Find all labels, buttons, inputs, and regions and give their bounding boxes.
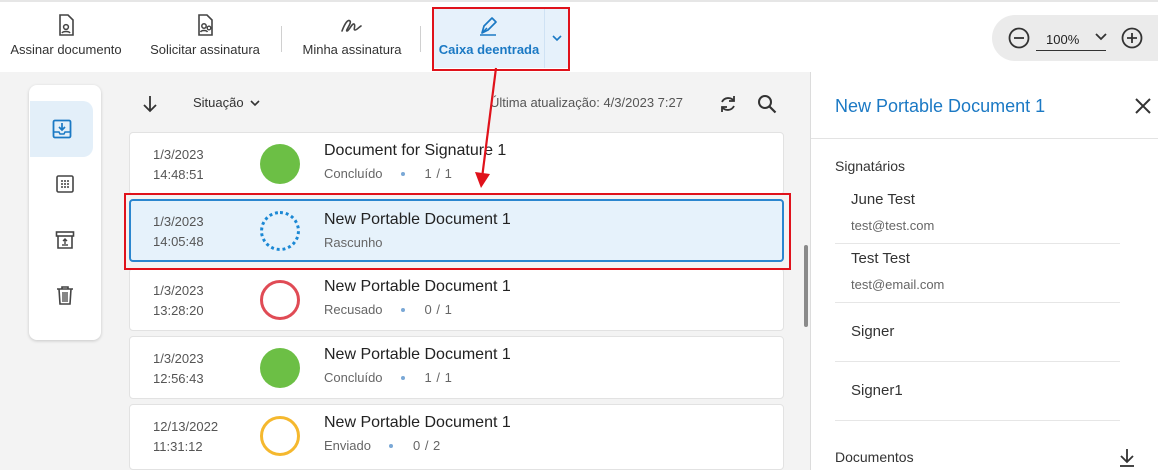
signatories-label: Signatários xyxy=(835,158,906,174)
zoom-out-icon[interactable] xyxy=(1007,26,1031,50)
status-completed-indicator xyxy=(260,144,300,184)
highlight-box xyxy=(124,193,791,270)
panel-divider xyxy=(811,138,1158,139)
annotation-arrow xyxy=(475,67,498,188)
row-date: 12/13/2022 11:31:12 xyxy=(153,419,219,454)
my-signature-label: Minha assinatura xyxy=(302,42,402,57)
chevron-down-icon xyxy=(250,99,260,106)
rail-item-inbox[interactable] xyxy=(30,101,93,157)
zoom-value: 100% xyxy=(1046,32,1080,47)
documents-label: Documentos xyxy=(835,449,914,465)
last-update-text: Última atualização: 4/3/2023 7:27 xyxy=(490,95,683,110)
sign-document-icon xyxy=(59,14,74,36)
toolbar: Assinar documento Solicitar assinatura M… xyxy=(0,0,1158,72)
refresh-icon[interactable] xyxy=(717,93,739,115)
toolbar-divider xyxy=(281,26,282,52)
zoom-in-icon[interactable] xyxy=(1120,26,1144,50)
download-icon[interactable] xyxy=(1116,446,1138,468)
row-status: Enviado 0 / 2 xyxy=(324,438,441,453)
panel-title: New Portable Document 1 xyxy=(835,96,1046,116)
document-row[interactable]: 1/3/2023 12:56:43 New Portable Document 1… xyxy=(129,336,784,399)
row-status: Concluído 1 / 1 xyxy=(324,370,453,385)
request-signature-label: Solicitar assinatura xyxy=(150,42,260,57)
status-sent-indicator xyxy=(260,416,300,456)
request-signature-button[interactable]: Solicitar assinatura xyxy=(144,4,266,70)
signer-name: Signer xyxy=(851,323,895,340)
signer-name: Signer1 xyxy=(851,382,903,399)
sign-document-button[interactable]: Assinar documento xyxy=(6,4,126,70)
rail-item-drafts[interactable] xyxy=(29,156,101,212)
signer-name: June Test xyxy=(851,191,915,208)
row-title: New Portable Document 1 xyxy=(324,414,511,431)
sign-document-label: Assinar documento xyxy=(10,42,122,57)
row-status: Concluído 1 / 1 xyxy=(324,166,453,181)
document-row[interactable]: 1/3/2023 14:48:51 Document for Signature … xyxy=(129,132,784,195)
row-date: 1/3/2023 12:56:43 xyxy=(153,351,204,386)
toolbar-divider xyxy=(420,26,421,52)
signer-item[interactable]: Test Test test@email.com xyxy=(835,244,1120,303)
my-signature-button[interactable]: Minha assinatura xyxy=(297,4,407,70)
trash-icon xyxy=(57,286,73,305)
row-date: 1/3/2023 13:28:20 xyxy=(153,283,204,318)
document-row[interactable]: 1/3/2023 13:28:20 New Portable Document 1… xyxy=(129,268,784,331)
document-row[interactable]: 12/13/2022 11:31:12 New Portable Document… xyxy=(129,404,784,470)
status-declined-indicator xyxy=(260,280,300,320)
sort-arrow-down-icon[interactable] xyxy=(139,93,161,115)
highlight-box xyxy=(432,7,570,71)
signer-email: test@test.com xyxy=(851,218,935,233)
status-filter-label: Situação xyxy=(193,95,244,110)
status-filter-dropdown[interactable]: Situação xyxy=(193,95,261,110)
signer-item[interactable]: Signer xyxy=(835,303,1120,362)
chevron-down-icon[interactable] xyxy=(1094,32,1108,42)
close-icon[interactable] xyxy=(1133,96,1153,116)
signature-icon xyxy=(341,19,362,32)
signer-name: Test Test xyxy=(851,250,910,267)
navigation-rail xyxy=(29,85,101,340)
archive-icon xyxy=(55,231,75,249)
scrollbar-thumb[interactable] xyxy=(804,245,808,327)
rail-item-trash[interactable] xyxy=(29,267,101,323)
rail-item-archive[interactable] xyxy=(29,212,101,268)
list-header: Situação Última atualização: 4/3/2023 7:… xyxy=(129,88,784,120)
row-date: 1/3/2023 14:48:51 xyxy=(153,147,204,182)
signer-email: test@email.com xyxy=(851,277,945,292)
zoom-control: 100% xyxy=(992,15,1158,61)
document-details-panel: New Portable Document 1 Signatários June… xyxy=(810,72,1158,470)
signer-item[interactable]: June Test test@test.com xyxy=(835,185,1120,244)
row-title: New Portable Document 1 xyxy=(324,278,511,295)
row-status: Recusado 0 / 1 xyxy=(324,302,453,317)
inbox-download-icon xyxy=(52,119,71,139)
signer-item[interactable]: Signer1 xyxy=(835,362,1120,421)
row-title: New Portable Document 1 xyxy=(324,346,511,363)
status-completed-indicator xyxy=(260,348,300,388)
search-icon[interactable] xyxy=(756,93,778,115)
dotted-square-icon xyxy=(56,175,74,193)
request-signature-icon xyxy=(198,14,213,36)
